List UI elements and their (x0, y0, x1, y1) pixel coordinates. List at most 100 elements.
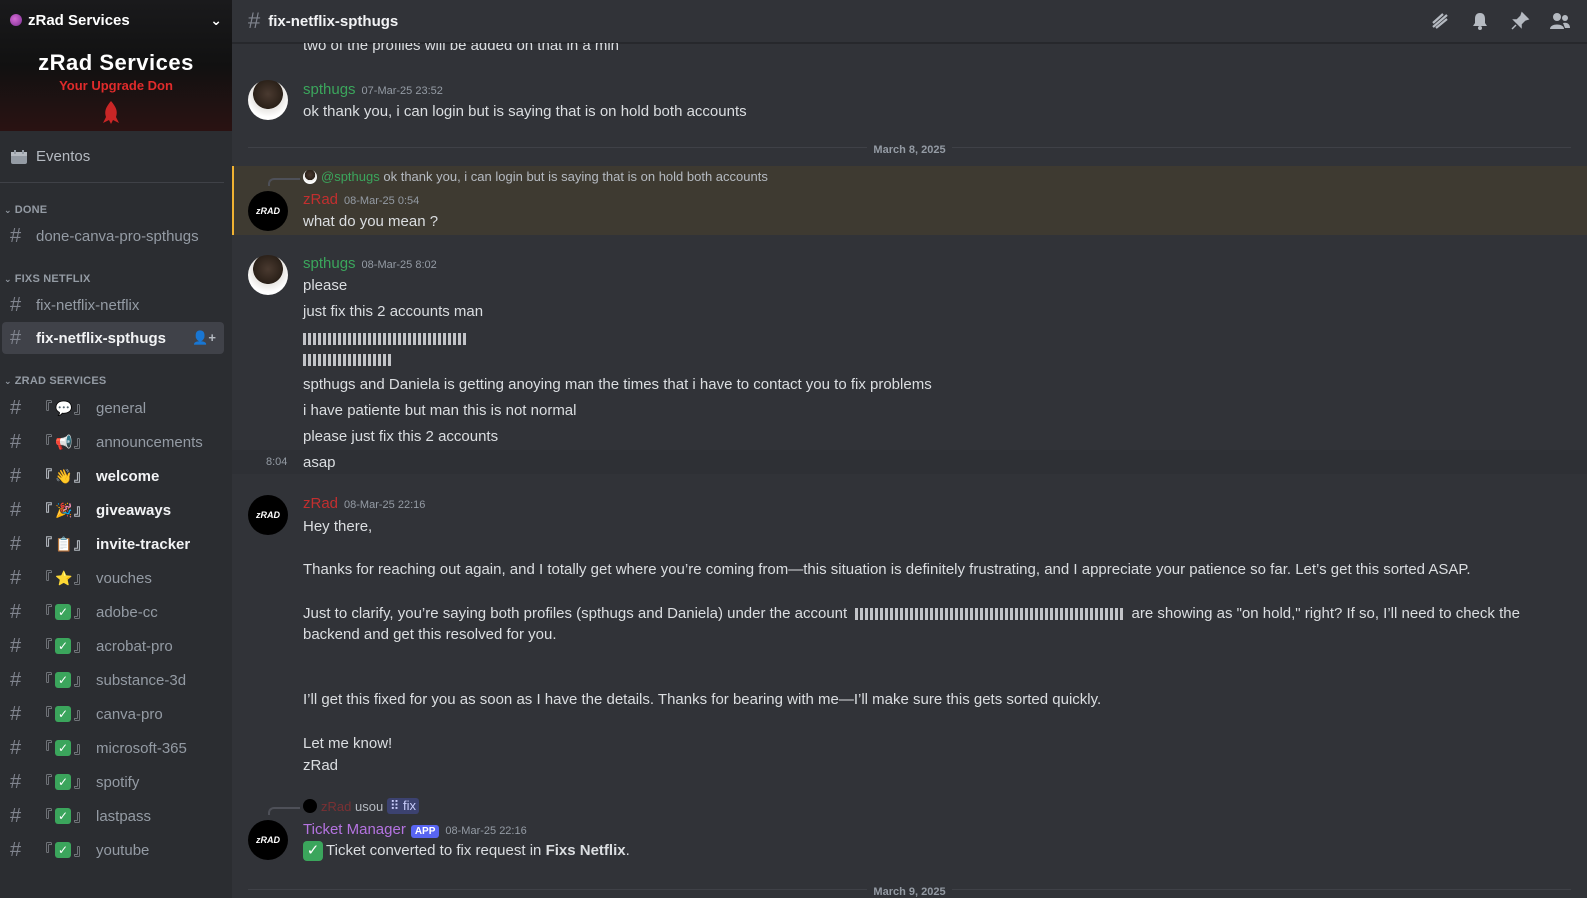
channel-emoji-icon: 🎉 (55, 502, 73, 518)
category-label: ZRAD SERVICES (14, 375, 107, 387)
discord-app: zRad Services ⌄ zRad Services Your Upgra… (0, 0, 1587, 898)
sidebar-item-acrobat-pro[interactable]: # 『✓』 acrobat-pro (2, 630, 224, 662)
message-text: please just fix this 2 accounts (303, 428, 499, 445)
bracket-glyph: 『 (38, 536, 52, 552)
message-text: Hey there, (303, 518, 373, 535)
bracket-glyph: 『 (38, 808, 52, 824)
channel-label: youtube (96, 841, 150, 859)
avatar[interactable]: zRAD (248, 820, 288, 860)
channel-emoji-icon: ✓ (55, 604, 71, 620)
chevron-down-icon: ⌄ (4, 204, 12, 215)
message-text-part: are showing as "on hold," right? If so, … (1131, 605, 1520, 622)
sidebar-item-spotify[interactable]: # 『✓』 spotify (2, 766, 224, 798)
message-author[interactable]: spthugs (303, 81, 356, 98)
bell-icon[interactable] (1469, 10, 1491, 32)
sidebar-item-adobe-cc[interactable]: # 『✓』 adobe-cc (2, 596, 224, 628)
category-zrad-services[interactable]: ⌄ ZRAD SERVICES (0, 372, 232, 390)
channel-label: microsoft-365 (96, 739, 187, 757)
avatar[interactable]: zRAD (248, 191, 288, 231)
message-text-partial: two of the profiles will be added on tha… (303, 43, 620, 54)
message-text: Thanks for reaching out again, and I tot… (303, 561, 1471, 578)
hashtag-icon: # (10, 293, 22, 316)
pin-icon[interactable] (1509, 10, 1531, 32)
sidebar-item-lastpass[interactable]: # 『✓』 lastpass (2, 800, 224, 832)
message-author[interactable]: zRad (303, 191, 338, 208)
category-label: DONE (14, 204, 48, 216)
reply-mention[interactable]: @spthugs (321, 169, 380, 184)
bracket-glyph: 』 (74, 808, 88, 824)
message-text: zRad (303, 757, 339, 774)
sidebar-item-canva-pro[interactable]: # 『✓』 canva-pro (2, 698, 224, 730)
hashtag-icon: # (10, 224, 22, 247)
avatar (303, 169, 317, 184)
bracket-glyph: 』 (74, 740, 88, 756)
sidebar-item-microsoft-365[interactable]: # 『✓』 microsoft-365 (2, 732, 224, 764)
bracket-glyph: 』 (74, 706, 88, 722)
sidebar-item-giveaways[interactable]: # 『🎉』 giveaways (2, 494, 224, 526)
sidebar-item-done-canva-pro-spthugs[interactable]: # done-canva-pro-spthugs (2, 220, 224, 252)
channel-title: fix-netflix-spthugs (268, 12, 399, 30)
message-author[interactable]: Ticket Manager (303, 821, 406, 838)
category-fixs-netflix[interactable]: ⌄ FIXS NETFLIX (0, 270, 232, 288)
threads-icon[interactable] (1429, 10, 1451, 32)
bracket-glyph: 』 (74, 468, 88, 484)
message-side-timestamp: 8:04 (266, 456, 288, 468)
bracket-glyph: 『 (38, 638, 52, 654)
hashtag-icon: # (10, 566, 22, 589)
message-timestamp: 07-Mar-25 23:52 (361, 85, 443, 97)
avatar[interactable] (248, 80, 288, 120)
channel-emoji-icon: 📢 (55, 434, 73, 450)
reply-preview[interactable]: @spthugs ok thank you, i can login but i… (303, 169, 768, 184)
sidebar-item-invite-tracker[interactable]: # 『📋』 invite-tracker (2, 528, 224, 560)
server-logo-icon (103, 101, 119, 124)
main-panel: # fix-netflix-spthugs two of the profile (232, 0, 1587, 898)
sidebar-item-substance-3d[interactable]: # 『✓』 substance-3d (2, 664, 224, 696)
channel-label: giveaways (96, 501, 172, 519)
message-list[interactable]: two of the profiles will be added on tha… (232, 43, 1587, 898)
sidebar-item-announcements[interactable]: # 『📢』 announcements (2, 426, 224, 458)
message-timestamp: 08-Mar-25 22:16 (344, 499, 426, 511)
message-author[interactable]: zRad (303, 495, 338, 512)
add-member-icon[interactable]: 👤+ (192, 330, 216, 346)
banner-title: zRad Services (38, 50, 194, 75)
members-icon[interactable] (1549, 10, 1571, 32)
hashtag-icon: # (10, 464, 22, 487)
message-text: ok thank you, i can login but is saying … (303, 103, 747, 120)
message-timestamp: 08-Mar-25 8:02 (361, 259, 437, 271)
avatar[interactable]: zRAD (248, 495, 288, 535)
sidebar-item-general[interactable]: # 『💬』 general (2, 392, 224, 424)
hashtag-icon: # (10, 430, 22, 453)
command-reply-preview[interactable]: zRad usou ⠿ fix (303, 798, 419, 814)
channel-label: fix-netflix-netflix (36, 296, 140, 314)
channel-label: lastpass (96, 807, 152, 825)
server-banner[interactable]: zRad Services ⌄ zRad Services Your Upgra… (0, 0, 232, 131)
message-author[interactable]: spthugs (303, 255, 356, 272)
command-icon: ⠿ (389, 798, 400, 813)
sidebar-item-fix-netflix-spthugs[interactable]: # fix-netflix-spthugs 👤+ (2, 322, 224, 354)
channel-label: adobe-cc (96, 603, 158, 621)
channel-emoji-icon: 📋 (55, 536, 73, 552)
sidebar-item-fix-netflix-netflix[interactable]: # fix-netflix-netflix (2, 289, 224, 321)
bracket-glyph: 『 (38, 740, 52, 756)
message-hover-row[interactable] (232, 450, 1587, 474)
chevron-down-icon[interactable]: ⌄ (210, 12, 222, 29)
server-header-bar[interactable]: zRad Services ⌄ (0, 0, 232, 40)
reply-connector (268, 178, 300, 186)
hashtag-icon: # (10, 396, 22, 419)
avatar[interactable] (248, 255, 288, 295)
channel-label: substance-3d (96, 671, 187, 689)
bracket-glyph: 『 (38, 502, 52, 518)
bracket-glyph: 』 (74, 570, 88, 586)
category-done[interactable]: ⌄ DONE (0, 201, 232, 219)
events-item[interactable]: Eventos (0, 131, 224, 183)
channel-label: fix-netflix-spthugs (36, 329, 166, 347)
reply-author[interactable]: zRad (321, 799, 351, 814)
hashtag-icon: # (10, 600, 22, 623)
bracket-glyph: 『 (38, 468, 52, 484)
slash-command[interactable]: ⠿ fix (386, 798, 419, 814)
sidebar-item-welcome[interactable]: # 『👋』 welcome (2, 460, 224, 492)
sidebar-item-youtube[interactable]: # 『✓』 youtube (2, 834, 224, 866)
reply-verb: usou (354, 798, 384, 814)
sidebar-item-vouches[interactable]: # 『⭐』 vouches (2, 562, 224, 594)
reply-connector (268, 807, 300, 815)
